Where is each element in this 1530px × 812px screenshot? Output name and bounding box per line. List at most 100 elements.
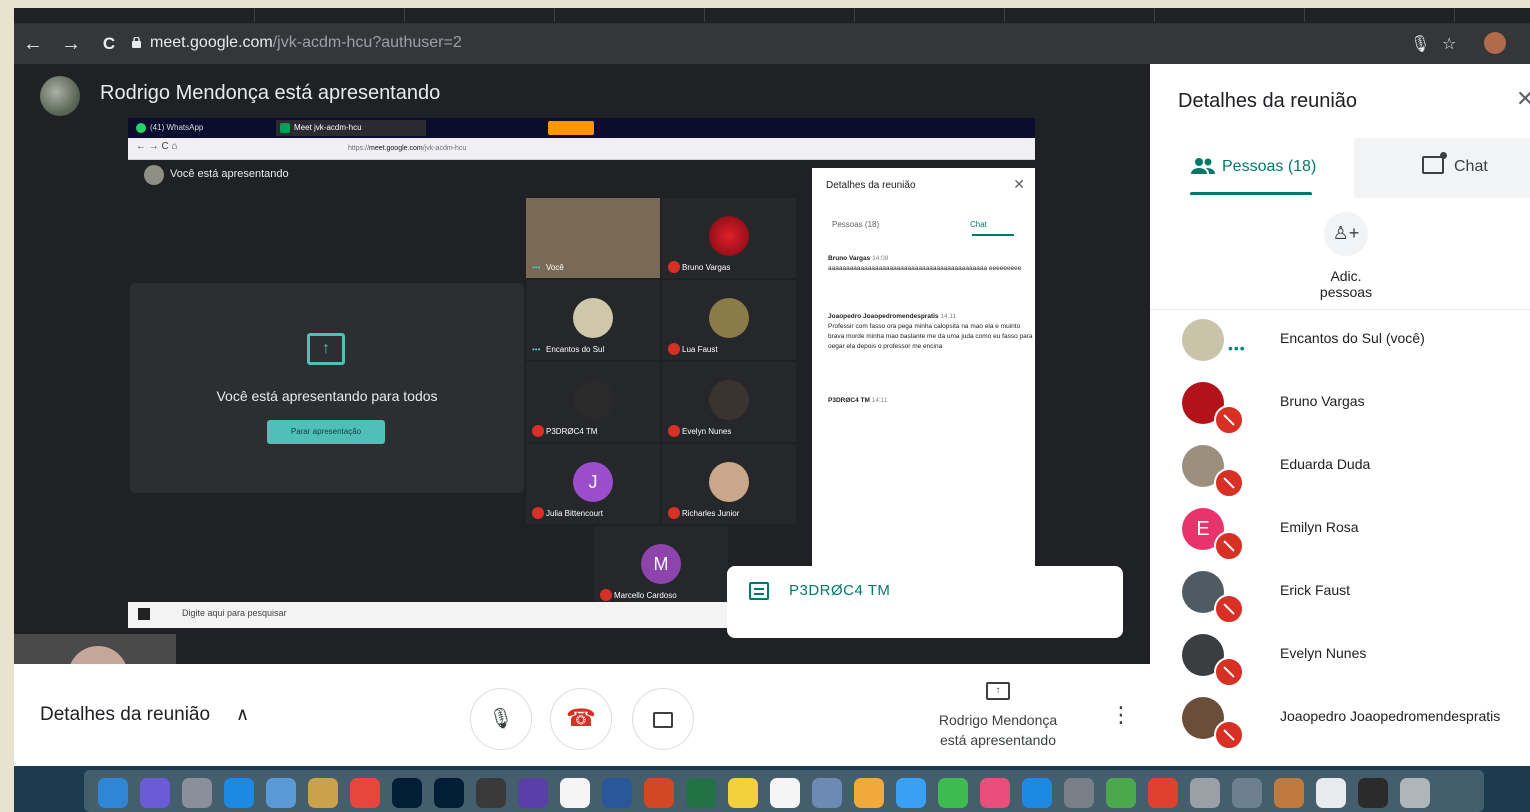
dock-shelf xyxy=(84,770,1484,812)
participant-row[interactable]: Evelyn Nunes xyxy=(1150,627,1530,690)
participant-row[interactable]: Erick Faust xyxy=(1150,564,1530,627)
notes-app-icon[interactable] xyxy=(728,778,758,808)
participant-name: Joaopedro Joaopedromendespratis xyxy=(1280,708,1501,724)
photos-icon[interactable] xyxy=(854,778,884,808)
back-arrow-icon[interactable]: ← xyxy=(14,33,52,56)
siri-icon[interactable] xyxy=(140,778,170,808)
stop-presenting-button: Parar apresentação xyxy=(267,420,385,444)
powerpoint-icon[interactable] xyxy=(644,778,674,808)
utorrent-icon[interactable] xyxy=(1106,778,1136,808)
tab-people[interactable]: Pessoas (18) xyxy=(1150,138,1354,198)
muted-microphone-icon xyxy=(1214,468,1244,498)
word-icon[interactable] xyxy=(602,778,632,808)
excel-icon[interactable] xyxy=(686,778,716,808)
launchpad-icon[interactable] xyxy=(182,778,212,808)
shared-tab-chat: Chat xyxy=(970,220,987,229)
finder-icon[interactable] xyxy=(98,778,128,808)
facetime-icon[interactable] xyxy=(938,778,968,808)
tab-people-text: Pessoas (18) xyxy=(1222,158,1317,175)
tab-chat-text: Chat xyxy=(1454,158,1488,175)
tab-underline xyxy=(972,234,1014,236)
terminal-icon[interactable] xyxy=(1358,778,1388,808)
participant-row[interactable]: E Emilyn Rosa xyxy=(1150,501,1530,564)
participant-avatar xyxy=(1182,319,1224,361)
participant-name: Encantos do Sul (você) xyxy=(1280,330,1425,346)
safari-icon[interactable] xyxy=(224,778,254,808)
system-preferences-icon[interactable] xyxy=(1064,778,1094,808)
present-screen-icon[interactable]: ↑ xyxy=(986,682,1010,700)
participant-name: Bruno Vargas xyxy=(1280,393,1365,409)
presenter-avatar xyxy=(40,76,80,116)
lightroom-icon[interactable] xyxy=(434,778,464,808)
participant-list: ••• Encantos do Sul (você) Bruno Vargas Edu… xyxy=(1150,310,1530,766)
shared-browser-nav: ← → C ⌂ https://meet.google.com/jvk-acdm… xyxy=(128,138,1035,160)
camera-button[interactable] xyxy=(632,688,694,750)
participant-row[interactable]: ••• Encantos do Sul (você) xyxy=(1150,312,1530,375)
chat-time: 14:11 xyxy=(871,397,888,404)
final-cut-icon[interactable] xyxy=(476,778,506,808)
app-store-icon[interactable] xyxy=(1022,778,1052,808)
participant-name: Eduarda Duda xyxy=(1280,456,1371,472)
close-icon[interactable]: ✕ xyxy=(1516,86,1530,112)
file-icon[interactable] xyxy=(1316,778,1346,808)
chevron-up-icon[interactable]: ∧ xyxy=(236,704,249,725)
chat-message-icon xyxy=(749,582,769,600)
participant-row[interactable]: Bruno Vargas xyxy=(1150,375,1530,438)
panel-title: Detalhes da reunião xyxy=(1178,90,1358,112)
automator-icon[interactable] xyxy=(1190,778,1220,808)
participant-name: Erick Faust xyxy=(1280,582,1351,598)
notes-icon[interactable] xyxy=(308,778,338,808)
microphone-icon[interactable]: 🎙 xyxy=(1410,34,1430,54)
photoshop-icon[interactable] xyxy=(392,778,422,808)
hang-up-button[interactable]: ☎ xyxy=(550,688,612,750)
star-icon[interactable]: ☆ xyxy=(1442,34,1456,54)
anydesk-icon[interactable] xyxy=(1148,778,1178,808)
participant-tile: M Marcello Cardoso xyxy=(594,526,728,606)
shared-url-host: meet.google.com xyxy=(369,145,423,152)
tile-name: Você xyxy=(546,263,564,272)
chat-text: Professir com fasso ora pega minha calop… xyxy=(828,323,1033,350)
participant-tiles: ••• Você Bruno Vargas ••• Encantos do Sul … xyxy=(526,198,796,606)
browser-tab-strip[interactable] xyxy=(14,8,1530,24)
messages-icon[interactable] xyxy=(896,778,926,808)
more-options-icon[interactable]: ⋮ xyxy=(1110,702,1132,728)
chat-text: aaaaaaaaaaaaaaaaaaaaaaaaaaaaaaaaaaaaaaaa… xyxy=(828,265,1022,272)
books-icon[interactable] xyxy=(1274,778,1304,808)
tab-chat[interactable]: Chat xyxy=(1422,152,1488,176)
shared-tab-meet: Meet jvk-acdm-hcu xyxy=(276,120,426,136)
macos-dock xyxy=(14,766,1530,812)
forward-arrow-icon[interactable]: → xyxy=(52,33,90,56)
windows-taskbar: Digite aqui para pesquisar xyxy=(128,602,812,628)
panel-tabs: Pessoas (18) Chat xyxy=(1150,138,1530,198)
imovie-icon[interactable] xyxy=(518,778,548,808)
meeting-details-button[interactable]: Detalhes da reunião xyxy=(40,704,210,726)
shared-screen: (41) WhatsApp Meet jvk-acdm-hcu ← → C ⌂ … xyxy=(128,118,1035,628)
chat-notification[interactable]: P3DRØC4 TM xyxy=(727,566,1123,638)
participant-row[interactable]: Eduarda Duda xyxy=(1150,438,1530,501)
trash-icon[interactable] xyxy=(1400,778,1430,808)
url-field[interactable]: meet.google.com/jvk-acdm-hcu?authuser=2 xyxy=(150,34,462,52)
preview-icon[interactable] xyxy=(266,778,296,808)
chrome-icon[interactable] xyxy=(350,778,380,808)
self-view[interactable] xyxy=(14,634,176,706)
presenting-to-all-text: Você está apresentando para todos xyxy=(216,388,438,404)
inner-presenting-text: Você está apresentando xyxy=(170,168,289,180)
image-capture-icon[interactable] xyxy=(1232,778,1262,808)
browser-address-bar: ← → C meet.google.com/jvk-acdm-hcu?authu… xyxy=(14,24,1530,64)
participant-row[interactable]: Joaopedro Joaopedromendespratis xyxy=(1150,690,1530,753)
add-people-button[interactable]: ♙+ Adic. pessoas xyxy=(1150,198,1530,310)
shared-url-field: https://meet.google.com/jvk-acdm-hcu xyxy=(288,142,818,156)
presenting-status[interactable]: Rodrigo Mendonça está apresentando xyxy=(926,710,1070,750)
reminders-icon[interactable] xyxy=(770,778,800,808)
profile-avatar[interactable] xyxy=(1484,32,1506,54)
close-icon: ✕ xyxy=(1013,176,1025,192)
microphone-button[interactable]: 🎙 xyxy=(470,688,532,750)
chat-message: Bruno Vargas 14:08 aaaaaaaaaaaaaaaaaaaaaa… xyxy=(828,254,1035,274)
lock-icon xyxy=(132,37,141,48)
calendar-icon[interactable] xyxy=(560,778,590,808)
inner-presenting-label: Você está apresentando xyxy=(144,165,289,185)
itunes-icon[interactable] xyxy=(980,778,1010,808)
tile-letter-avatar: J xyxy=(573,462,613,502)
preview-app-icon[interactable] xyxy=(812,778,842,808)
reload-icon[interactable]: C xyxy=(90,34,128,54)
